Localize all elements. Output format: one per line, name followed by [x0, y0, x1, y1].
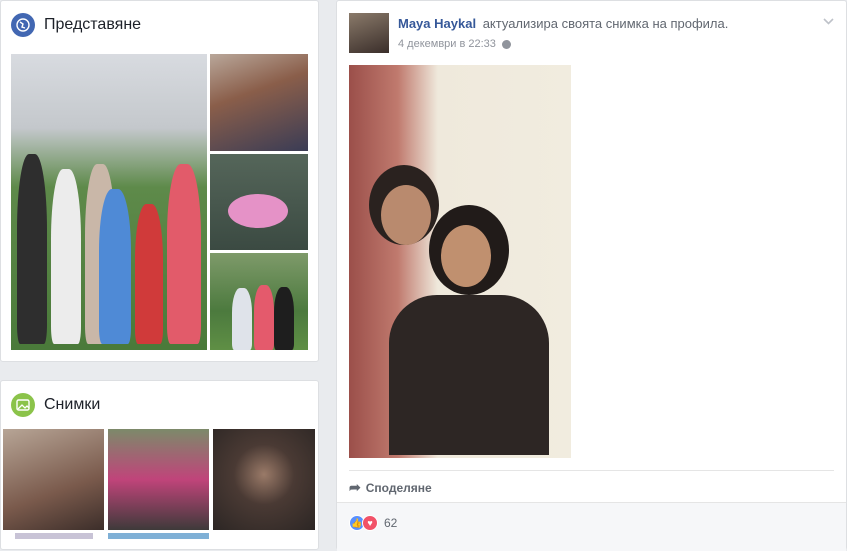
author-name-link[interactable]: Maya Haykal: [398, 16, 476, 31]
share-arrow-icon: ➦: [349, 479, 361, 495]
intro-photo-flamingo-float[interactable]: [210, 154, 308, 250]
reaction-count: 62: [384, 516, 398, 530]
intro-title: Представяне: [44, 16, 142, 33]
chevron-down-icon[interactable]: [823, 13, 834, 28]
post-divider: [349, 470, 834, 471]
love-icon: ♥: [362, 515, 378, 531]
post-timestamp[interactable]: 4 декември в 22:33: [398, 38, 496, 50]
post-card: Maya Haykal актуализира своята снимка на…: [336, 0, 847, 551]
globe-icon: [11, 13, 35, 37]
photos-thumb-5[interactable]: [108, 533, 209, 539]
post-meta: 4 декември в 22:33: [398, 38, 511, 50]
photos-thumb-2[interactable]: [108, 429, 209, 530]
intro-photo-garden[interactable]: [210, 253, 308, 350]
public-globe-icon: [501, 39, 511, 49]
intro-photo-family[interactable]: [11, 54, 207, 350]
share-label: Споделяне: [365, 480, 432, 495]
photos-header: Снимки: [11, 393, 100, 417]
reaction-summary[interactable]: 👍 ♥ 62: [349, 515, 397, 531]
intro-header: Представяне: [11, 13, 141, 37]
post-footer: 👍 ♥ 62: [337, 502, 846, 551]
post-action-text: актуализира своята снимка на профила.: [482, 16, 729, 31]
post-header-line: Maya Haykal актуализира своята снимка на…: [398, 16, 728, 31]
photos-thumb-1[interactable]: [3, 429, 104, 530]
photos-card: Снимки: [0, 380, 319, 550]
author-avatar[interactable]: [349, 13, 389, 53]
intro-photo-party[interactable]: [210, 54, 308, 151]
photos-title: Снимки: [44, 396, 101, 413]
photos-thumb-3[interactable]: [213, 429, 315, 530]
post-profile-photo[interactable]: [349, 65, 571, 458]
photo-icon: [11, 393, 35, 417]
photos-thumb-4[interactable]: [15, 533, 93, 539]
intro-card: Представяне: [0, 0, 319, 362]
share-button[interactable]: ➦ Споделяне: [349, 479, 432, 496]
